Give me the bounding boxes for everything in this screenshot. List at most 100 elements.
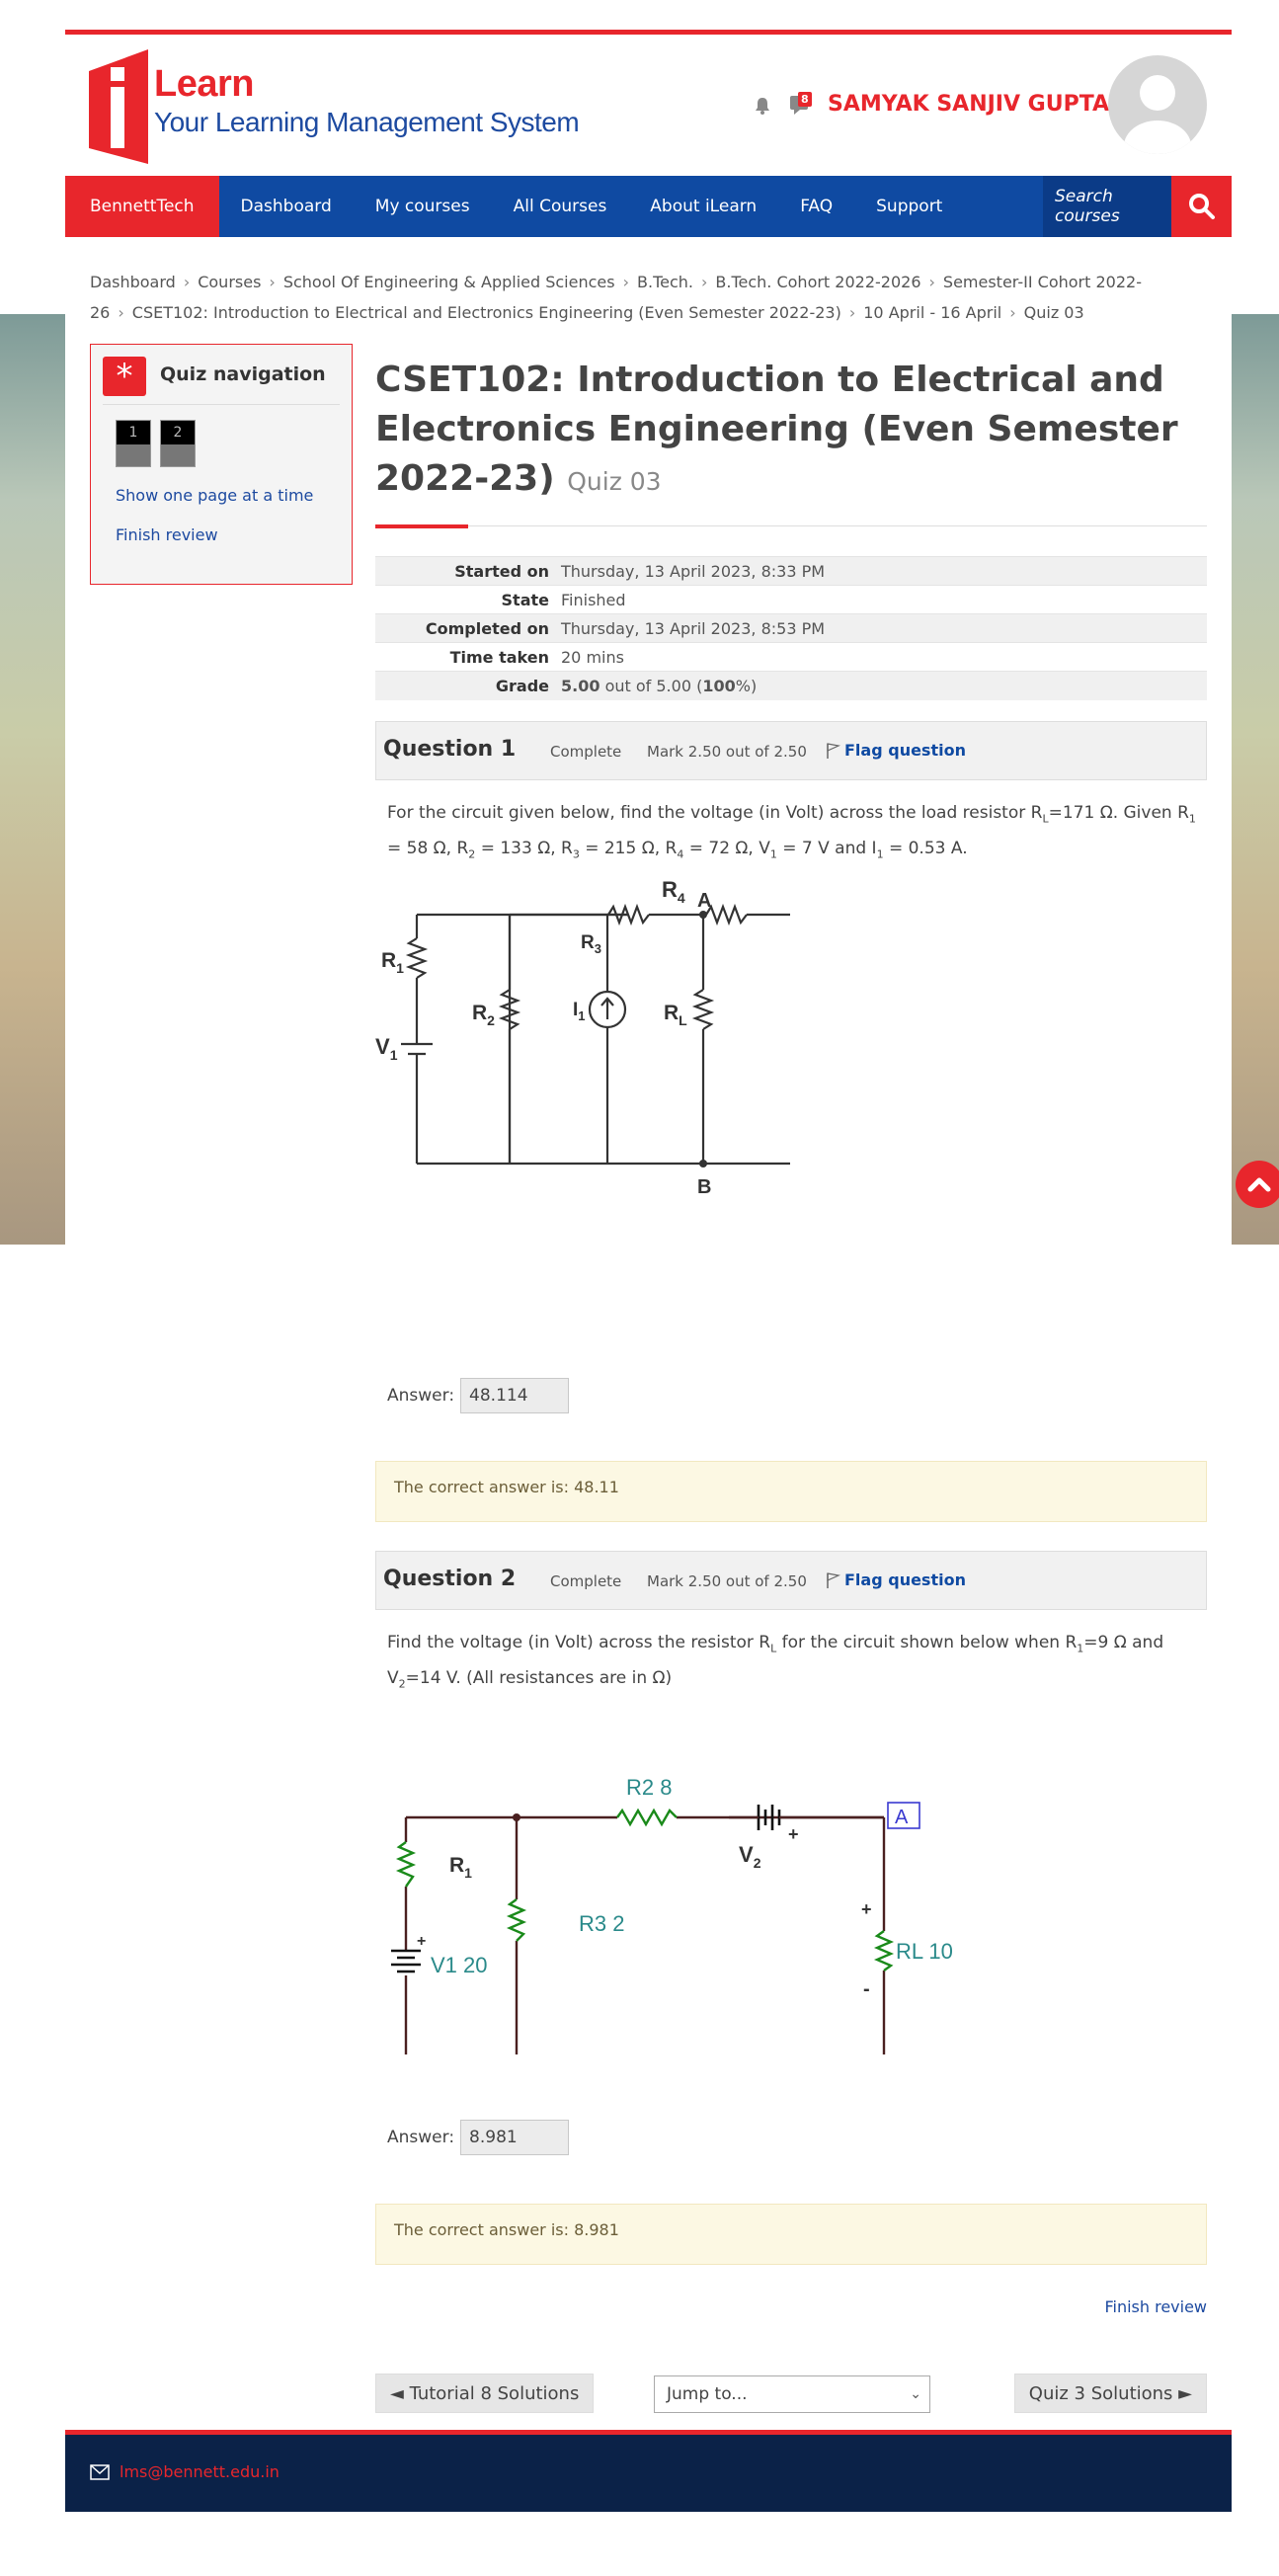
svg-text:R2: R2 [472, 1002, 495, 1028]
svg-text:+: + [788, 1824, 799, 1844]
avatar[interactable] [1108, 55, 1207, 154]
asterisk-icon: * [103, 357, 146, 396]
svg-text:B: B [697, 1176, 711, 1198]
search-input[interactable]: Search courses [1043, 176, 1171, 237]
chevron-right-icon: › [118, 303, 124, 322]
svg-text:A: A [697, 890, 711, 912]
question-2-circuit-diagram: R2 8 V2 + A R1 R3 2 + V1 20 + - RL 10 B [391, 1775, 953, 2054]
svg-text:RL: RL [664, 1002, 687, 1028]
main-nav: BennettTech Dashboard My courses All Cou… [65, 176, 1232, 237]
scroll-to-top-button[interactable] [1236, 1161, 1279, 1208]
nav-faq[interactable]: FAQ [778, 197, 854, 216]
user-silhouette-icon [1124, 75, 1191, 154]
messages-icon[interactable]: 8 [786, 92, 812, 118]
top-accent-line [65, 30, 1232, 35]
question-state: Complete [550, 1572, 622, 1590]
nav-all-courses[interactable]: All Courses [492, 197, 629, 216]
nav-my-courses[interactable]: My courses [354, 197, 492, 216]
flag-icon [827, 1571, 840, 1588]
nav-home[interactable]: BennettTech [65, 176, 219, 237]
chevron-right-icon: › [622, 273, 629, 291]
question-state: Complete [550, 743, 622, 761]
svg-text:RL 10: RL 10 [896, 1939, 953, 1964]
title-divider [375, 525, 1207, 526]
attempt-summary-table: Started on Thursday, 13 April 2023, 8:33 … [375, 556, 1207, 700]
flag-question-button[interactable]: Flag question [825, 1570, 966, 1589]
bell-icon[interactable] [753, 96, 772, 116]
finish-review-link[interactable]: Finish review [1104, 2297, 1207, 2316]
question-1-header: Question 1 Complete Mark 2.50 out of 2.5… [375, 721, 1207, 780]
jump-to-select[interactable]: Jump to... ⌄ [654, 2375, 930, 2413]
footer-email[interactable]: lms@bennett.edu.in [90, 2462, 280, 2481]
crumb-courses[interactable]: Courses [198, 273, 261, 291]
quiz-nav-button-2[interactable]: 2 [160, 420, 196, 467]
answer-input[interactable]: 8.981 [460, 2120, 570, 2155]
quiz-navigation-title: Quiz navigation [160, 363, 326, 385]
search-button[interactable] [1171, 176, 1232, 237]
nav-dashboard[interactable]: Dashboard [219, 197, 354, 216]
table-row: Time taken 20 mins [375, 642, 1207, 672]
crumb-week[interactable]: 10 April - 16 April [863, 303, 1001, 322]
logo-subtitle: Your Learning Management System [154, 107, 580, 137]
svg-text:R2 8: R2 8 [626, 1775, 672, 1800]
chevron-right-icon: › [928, 273, 935, 291]
svg-text:R1: R1 [449, 1854, 472, 1881]
logo-i-icon [89, 49, 148, 164]
next-activity-button[interactable]: Quiz 3 Solutions ► [1013, 2374, 1207, 2413]
question-2-answer-row: Answer: 8.981 [387, 2120, 570, 2155]
table-row: Grade 5.00 out of 5.00 (100%) [375, 671, 1207, 700]
question-1-text: For the circuit given below, find the vo… [387, 803, 1196, 861]
notification-badge: 8 [798, 92, 812, 107]
question-number: Question 1 [383, 737, 517, 762]
page-subtitle: Quiz 03 [567, 467, 662, 496]
svg-text:V2: V2 [739, 1842, 761, 1871]
chevron-down-icon: ⌄ [910, 2386, 921, 2402]
answer-label: Answer: [387, 2128, 455, 2147]
nav-support[interactable]: Support [854, 197, 964, 216]
divider [103, 404, 340, 405]
search-icon [1188, 194, 1215, 219]
finish-review-link[interactable]: Finish review [116, 525, 218, 544]
flag-icon [827, 742, 840, 759]
svg-text:-: - [863, 1978, 870, 2000]
user-menu[interactable]: SAMYAK SANJIV GUPTA ▾ [828, 92, 1126, 117]
crumb-cohort[interactable]: B.Tech. Cohort 2022-2026 [715, 273, 920, 291]
chevron-right-icon: › [848, 303, 856, 322]
nav-about[interactable]: About iLearn [628, 197, 778, 216]
username: SAMYAK SANJIV GUPTA [828, 92, 1110, 117]
question-1-feedback: The correct answer is: 48.11 [375, 1461, 1207, 1522]
svg-text:V1 20: V1 20 [431, 1953, 488, 1977]
chevron-right-icon: › [183, 273, 191, 291]
answer-input[interactable]: 48.114 [460, 1378, 570, 1413]
site-logo[interactable]: Learn Your Learning Management System [89, 49, 583, 164]
svg-text:R4: R4 [662, 877, 685, 906]
crumb-dashboard[interactable]: Dashboard [90, 273, 176, 291]
crumb-btech[interactable]: B.Tech. [637, 273, 693, 291]
footer: lms@bennett.edu.in [65, 2435, 1232, 2512]
svg-text:+: + [861, 1899, 872, 1919]
question-number: Question 2 [383, 1567, 517, 1591]
quiz-nav-button-1[interactable]: 1 [116, 420, 151, 467]
crumb-quiz[interactable]: Quiz 03 [1024, 303, 1084, 322]
table-row: Completed on Thursday, 13 April 2023, 8:5… [375, 613, 1207, 643]
question-mark: Mark 2.50 out of 2.50 [647, 743, 807, 761]
crumb-course[interactable]: CSET102: Introduction to Electrical and … [132, 303, 841, 322]
chevron-right-icon: › [1009, 303, 1016, 322]
chevron-up-icon [1247, 1177, 1271, 1192]
crumb-school[interactable]: School Of Engineering & Applied Sciences [283, 273, 615, 291]
chevron-right-icon: › [700, 273, 708, 291]
svg-text:R1: R1 [381, 949, 404, 976]
page-container: Learn Your Learning Management System 8 … [65, 0, 1232, 2512]
svg-text:R3: R3 [581, 932, 601, 956]
question-2-feedback: The correct answer is: 8.981 [375, 2204, 1207, 2265]
chevron-right-icon: › [269, 273, 276, 291]
answer-label: Answer: [387, 1386, 455, 1406]
flag-question-button[interactable]: Flag question [825, 741, 966, 760]
svg-text:I1: I1 [573, 1000, 586, 1023]
svg-text:+: + [417, 1933, 426, 1950]
header-icons: 8 [753, 92, 812, 120]
svg-text:A: A [895, 1807, 909, 1828]
prev-activity-button[interactable]: ◄ Tutorial 8 Solutions [375, 2374, 595, 2413]
show-one-page-link[interactable]: Show one page at a time [116, 486, 313, 505]
page-title: CSET102: Introduction to Electrical and … [375, 360, 1178, 499]
